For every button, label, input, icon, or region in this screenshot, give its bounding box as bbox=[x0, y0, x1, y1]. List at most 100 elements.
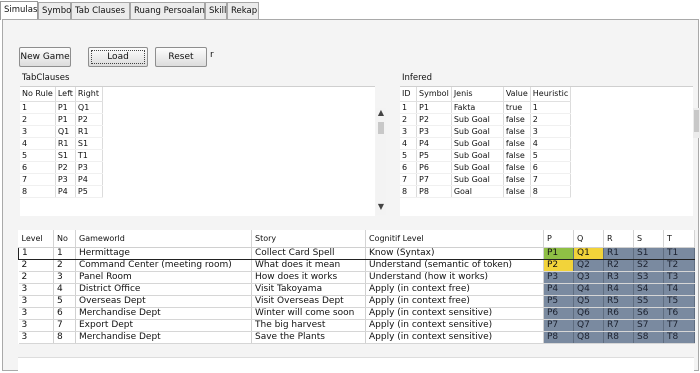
main-table-cell: Q3 bbox=[573, 271, 604, 284]
table-empty-area bbox=[18, 357, 694, 371]
infered-cell: false bbox=[503, 149, 531, 162]
tab-ruang-persoalan[interactable]: Ruang Persoalan bbox=[130, 2, 205, 19]
main-table-cell: Q5 bbox=[573, 295, 604, 308]
tabclauses-cell: P3 bbox=[75, 161, 103, 174]
infered-scroll-thumb[interactable] bbox=[694, 110, 699, 132]
main-table-cell: District Office bbox=[75, 283, 252, 296]
main-table-row[interactable]: 1 1 Hermittage Collect Card Spell Know (Synt… bbox=[18, 247, 695, 260]
infered-cell: P2 bbox=[416, 113, 452, 126]
main-table-header[interactable]: T bbox=[663, 230, 695, 248]
main-table-cell: R1 bbox=[603, 247, 634, 260]
tabclauses-row[interactable]: 5 S1 T1 bbox=[20, 149, 103, 162]
infered-row[interactable]: 1 P1 Fakta true 1 bbox=[400, 101, 572, 114]
tab-skill[interactable]: Skill bbox=[205, 2, 227, 19]
main-table-row[interactable]: 3 7 Export Dept The big harvest Apply (in co… bbox=[18, 319, 695, 332]
main-table-cell: Apply (in context sensitive) bbox=[365, 319, 544, 332]
tabclauses-row[interactable]: 4 R1 S1 bbox=[20, 137, 103, 150]
main-table-cell: T8 bbox=[663, 331, 695, 344]
infered-scrollbar[interactable] bbox=[693, 108, 700, 138]
scroll-up-icon[interactable]: ▲ bbox=[376, 108, 386, 117]
scroll-down-icon[interactable]: ▼ bbox=[376, 202, 386, 211]
main-table-header[interactable]: P bbox=[543, 230, 574, 248]
main-table-cell: 3 bbox=[18, 283, 54, 296]
main-table-cell: S7 bbox=[633, 319, 664, 332]
main-table-row[interactable]: 3 8 Merchandise Dept Save the Plants Apply (… bbox=[18, 331, 695, 344]
main-table-cell: S6 bbox=[633, 307, 664, 320]
infered-cell: 1 bbox=[400, 101, 417, 114]
main-table-cell: Merchandise Dept bbox=[75, 331, 252, 344]
infered-header[interactable]: Value bbox=[503, 87, 531, 102]
infered-table: ID Symbol Jenis Value Heuristic 1 P1 Fakta true… bbox=[400, 86, 693, 216]
infered-cell: false bbox=[503, 125, 531, 138]
tabclauses-row[interactable]: 6 P2 P3 bbox=[20, 161, 103, 174]
main-table-cell: 2 bbox=[53, 259, 76, 272]
main-table-cell: R7 bbox=[603, 319, 634, 332]
infered-row[interactable]: 4 P4 Sub Goal false 4 bbox=[400, 137, 572, 150]
infered-cell: true bbox=[503, 101, 531, 114]
infered-row[interactable]: 3 P3 Sub Goal false 3 bbox=[400, 125, 572, 138]
main-table-header[interactable]: Story bbox=[251, 230, 366, 248]
tabclauses-row[interactable]: 2 P1 P2 bbox=[20, 113, 103, 126]
main-table-cell: Apply (in context sensitive) bbox=[365, 307, 544, 320]
main-table-row[interactable]: 3 6 Merchandise Dept Winter will come soon A… bbox=[18, 307, 695, 320]
infered-row[interactable]: 2 P2 Sub Goal false 2 bbox=[400, 113, 572, 126]
main-table-header[interactable]: R bbox=[603, 230, 634, 248]
tab-symbol[interactable]: Symbol bbox=[38, 2, 74, 19]
infered-row[interactable]: 6 P6 Sub Goal false 6 bbox=[400, 161, 572, 174]
tabclauses-row[interactable]: 8 P4 P5 bbox=[20, 185, 103, 198]
tabclauses-row[interactable]: 1 P1 Q1 bbox=[20, 101, 103, 114]
main-table-header[interactable]: Cognitif Level bbox=[365, 230, 544, 248]
tab-simulasi[interactable]: Simulasi bbox=[0, 1, 40, 20]
scroll-thumb[interactable] bbox=[378, 122, 384, 134]
reset-button[interactable]: Reset bbox=[155, 47, 207, 67]
infered-header[interactable]: ID bbox=[400, 87, 417, 102]
tabclauses-cell: 3 bbox=[20, 125, 56, 138]
main-table-header[interactable]: Gameworld bbox=[75, 230, 252, 248]
main-table-row[interactable]: 3 4 District Office Visit Takoyama Apply (in… bbox=[18, 283, 695, 296]
infered-row[interactable]: 7 P7 Sub Goal false 7 bbox=[400, 173, 572, 186]
infered-header[interactable]: Heuristic bbox=[530, 87, 572, 102]
infered-cell: Fakta bbox=[451, 101, 504, 114]
tabclauses-cell: P4 bbox=[75, 173, 103, 186]
tabclauses-cell: Q1 bbox=[55, 125, 76, 138]
infered-cell: Sub Goal bbox=[451, 113, 504, 126]
main-table-header[interactable]: Q bbox=[573, 230, 604, 248]
infered-cell: 8 bbox=[400, 185, 417, 198]
load-button[interactable]: Load bbox=[88, 47, 148, 67]
main-table-cell: T4 bbox=[663, 283, 695, 296]
main-table-cell: Save the Plants bbox=[251, 331, 366, 344]
tabclauses-scrollbar[interactable]: ▲ ▼ bbox=[376, 108, 386, 215]
infered-cell: false bbox=[503, 173, 531, 186]
infered-cell: 7 bbox=[400, 173, 417, 186]
new-game-button[interactable]: New Game bbox=[19, 47, 71, 67]
infered-title: Infered bbox=[402, 73, 433, 83]
infered-row[interactable]: 8 P8 Goal false 8 bbox=[400, 185, 572, 198]
main-table-row[interactable]: 2 2 Command Center (meeting room) What does… bbox=[18, 259, 695, 272]
tab-tab-clauses[interactable]: Tab Clauses bbox=[71, 2, 130, 19]
tabclauses-cell: S1 bbox=[55, 149, 76, 162]
tabclauses-cell: P2 bbox=[75, 113, 103, 126]
infered-header[interactable]: Jenis bbox=[451, 87, 504, 102]
infered-cell: 8 bbox=[530, 185, 572, 198]
main-table-row[interactable]: 3 5 Overseas Dept Visit Overseas Dept Apply … bbox=[18, 295, 695, 308]
main-table-cell: The big harvest bbox=[251, 319, 366, 332]
main-table-header[interactable]: S bbox=[633, 230, 664, 248]
infered-cell: 6 bbox=[530, 161, 572, 174]
tabclauses-row[interactable]: 7 P3 P4 bbox=[20, 173, 103, 186]
tabclauses-header[interactable]: Right bbox=[75, 87, 103, 102]
main-table-cell: Apply (in context free) bbox=[365, 283, 544, 296]
tabclauses-header[interactable]: Left bbox=[55, 87, 76, 102]
tab-rekap[interactable]: Rekap bbox=[227, 2, 259, 19]
tabclauses-header[interactable]: No Rule bbox=[20, 87, 56, 102]
infered-row[interactable]: 5 P5 Sub Goal false 5 bbox=[400, 149, 572, 162]
main-table-cell: 3 bbox=[18, 307, 54, 320]
tabclauses-cell: 6 bbox=[20, 161, 56, 174]
tabclauses-row[interactable]: 3 Q1 R1 bbox=[20, 125, 103, 138]
main-table-header[interactable]: No bbox=[53, 230, 76, 248]
infered-header[interactable]: Symbol bbox=[416, 87, 452, 102]
main-table-cell: Apply (in context free) bbox=[365, 295, 544, 308]
tabclauses-table: No Rule Left Right 1 P1 Q1 2 P1 P2 3 Q1 R1 4 R1 S1 5 S1… bbox=[20, 86, 375, 216]
main-table-header[interactable]: Level bbox=[18, 230, 54, 248]
main-table-row[interactable]: 2 3 Panel Room How does it works Understand … bbox=[18, 271, 695, 284]
main-table-cell: 3 bbox=[53, 271, 76, 284]
